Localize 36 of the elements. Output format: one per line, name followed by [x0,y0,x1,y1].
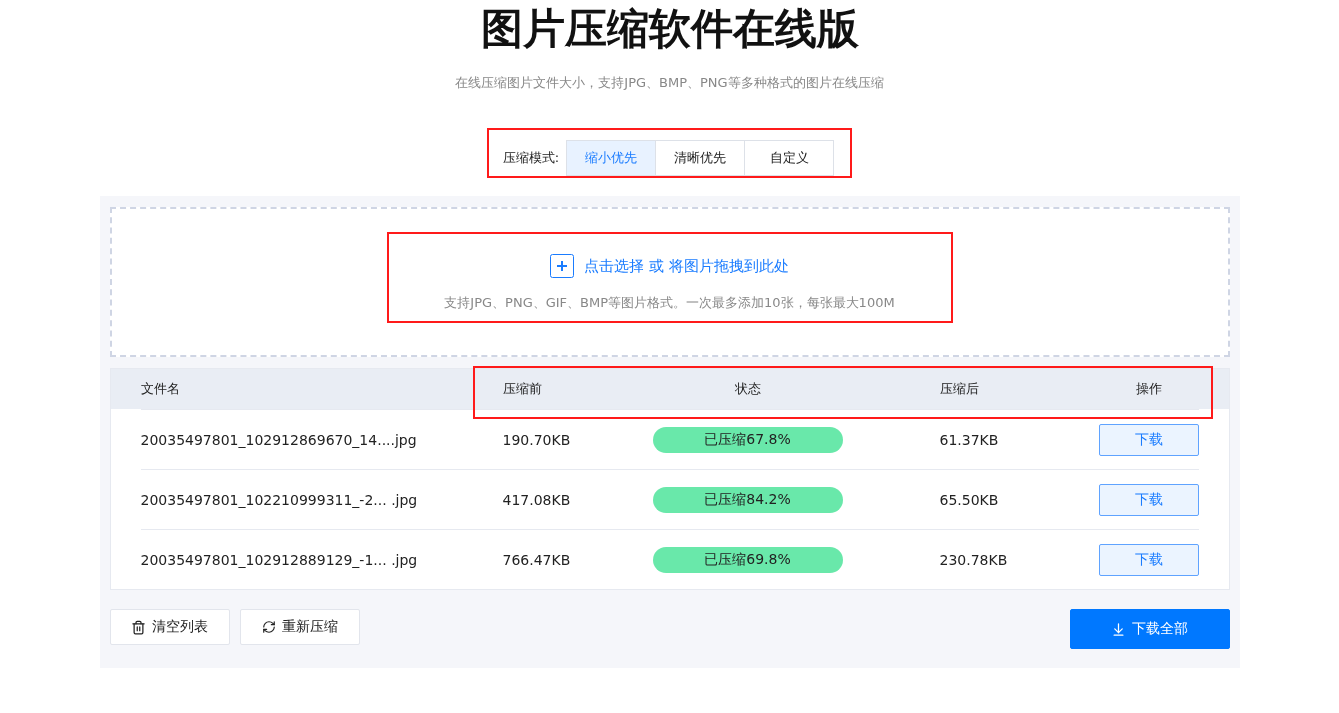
column-header: 状态 [733,380,762,398]
mode-tab[interactable]: 清晰优先 [655,140,746,176]
page-subtitle: 在线压缩图片文件大小，支持JPG、BMP、PNG等多种格式的图片在线压缩 [455,74,884,92]
trash-icon [131,619,146,635]
mode-label: 压缩模式: [502,149,560,167]
status-pill: 已压缩67.8% [652,426,843,453]
file-name: 20035497801_102912889129_-1... .jpg [140,551,419,568]
recompress-button[interactable]: 重新压缩 [239,609,360,645]
column-header: 操作 [1134,380,1163,398]
page-title: 图片压缩软件在线版 [480,4,859,54]
size-after: 61.37KB [938,431,1000,448]
upload-prompt[interactable]: 点击选择 或 将图片拖拽到此处 [584,256,789,276]
plus-icon[interactable] [550,254,575,278]
status-pill: 已压缩84.2% [652,486,843,513]
column-header: 文件名 [140,380,181,398]
drop-zone[interactable]: 点击选择 或 将图片拖拽到此处 支持JPG、PNG、GIF、BMP等图片格式。一次最多添加10张，每张最大100M [109,207,1230,357]
size-after: 65.50KB [938,491,1000,508]
size-before: 417.08KB [502,491,572,508]
file-name: 20035497801_102210999311_-2... .jpg [140,491,419,508]
download-button[interactable]: 下载 [1098,543,1199,576]
clear-button[interactable]: 清空列表 [109,609,230,645]
download-button[interactable]: 下载 [1098,423,1199,456]
download-icon [1111,621,1126,637]
mode-tab[interactable]: 缩小优先 [566,140,657,176]
upload-hint: 支持JPG、PNG、GIF、BMP等图片格式。一次最多添加10张，每张最大100M [444,294,895,312]
file-name: 20035497801_102912869670_14....jpg [140,431,418,448]
download-all-button[interactable]: 下载全部 [1069,609,1230,649]
size-after: 230.78KB [938,551,1009,568]
column-header: 压缩前 [502,380,543,398]
download-button[interactable]: 下载 [1098,483,1199,516]
refresh-icon [261,620,276,634]
size-before: 766.47KB [502,551,572,568]
status-pill: 已压缩69.8% [652,546,843,573]
size-before: 190.70KB [502,431,572,448]
column-header: 压缩后 [938,380,980,398]
mode-tab[interactable]: 自定义 [744,140,835,176]
